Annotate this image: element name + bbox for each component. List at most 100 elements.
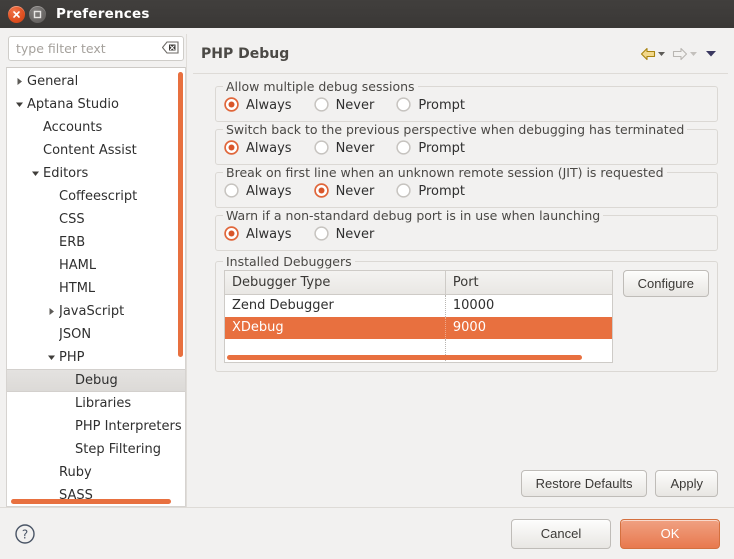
sidebar-item-coffeescript[interactable]: Coffeescript [7, 185, 185, 208]
radio-selected-icon [224, 97, 240, 113]
radio-label: Never [336, 227, 375, 242]
sidebar-item-editors[interactable]: Editors [7, 162, 185, 185]
sidebar-item-label: Aptana Studio [27, 97, 119, 112]
group-legend: Break on first line when an unknown remo… [223, 165, 667, 180]
radio-always[interactable]: Always [224, 226, 292, 242]
ok-button[interactable]: OK [620, 519, 720, 549]
installed-debuggers-group: Installed Debuggers Debugger Type Port [215, 261, 718, 372]
sidebar-item-label: HAML [59, 258, 96, 273]
chevron-right-icon[interactable] [11, 77, 27, 86]
cell-port: 10000 [445, 295, 611, 317]
cancel-button[interactable]: Cancel [511, 519, 611, 549]
radio-always[interactable]: Always [224, 140, 292, 156]
sidebar-item-json[interactable]: JSON [7, 323, 185, 346]
sidebar-item-label: Content Assist [43, 143, 137, 158]
sidebar-item-html[interactable]: HTML [7, 277, 185, 300]
radio-never[interactable]: Never [314, 97, 375, 113]
page-menu-button[interactable] [702, 48, 720, 59]
nav-icons [638, 47, 720, 61]
radio-unselected-icon [314, 140, 330, 156]
sidebar-item-javascript[interactable]: JavaScript [7, 300, 185, 323]
sidebar-item-label: Editors [43, 166, 88, 181]
debuggers-table: Debugger Type Port Zend Debugger10000XDe… [225, 271, 612, 363]
restore-defaults-button[interactable]: Restore Defaults [521, 470, 648, 497]
radio-prompt[interactable]: Prompt [396, 183, 465, 199]
sidebar-item-general[interactable]: General [7, 70, 185, 93]
sidebar-item-libraries[interactable]: Libraries [7, 392, 185, 415]
radio-label: Always [246, 184, 292, 199]
sidebar-item-label: Accounts [43, 120, 102, 135]
radio-prompt[interactable]: Prompt [396, 140, 465, 156]
back-button[interactable] [638, 47, 668, 61]
search-input[interactable]: type filter text [8, 36, 184, 61]
sidebar-item-label: Coffeescript [59, 189, 137, 204]
settings-group: Switch back to the previous perspective … [215, 129, 718, 165]
apply-button[interactable]: Apply [655, 470, 718, 497]
chevron-right-icon[interactable] [43, 307, 59, 316]
radio-always[interactable]: Always [224, 183, 292, 199]
chevron-down-icon[interactable] [11, 100, 27, 109]
radio-always[interactable]: Always [224, 97, 292, 113]
sidebar-item-label: Step Filtering [75, 442, 161, 457]
content-row: type filter text General Aptana Studio Acc… [0, 28, 734, 507]
tree-vertical-scrollbar[interactable] [178, 72, 183, 357]
chevron-down-icon[interactable] [27, 169, 43, 178]
radio-group: Always Never Prompt [224, 183, 709, 199]
radio-group: Always Never Prompt [224, 97, 709, 113]
table-row[interactable]: Zend Debugger10000 [225, 295, 612, 317]
group-legend: Warn if a non-standard debug port is in … [223, 208, 603, 223]
sidebar-item-label: Debug [75, 373, 118, 388]
sidebar-item-step-filtering[interactable]: Step Filtering [7, 438, 185, 461]
sidebar-item-haml[interactable]: HAML [7, 254, 185, 277]
sidebar-item-label: JavaScript [59, 304, 124, 319]
sidebar-item-debug[interactable]: Debug [7, 369, 185, 392]
tree-list[interactable]: General Aptana Studio Accounts Content Assi… [7, 68, 185, 506]
maximize-icon[interactable] [29, 6, 46, 23]
settings-group: Allow multiple debug sessionsAlwaysNever… [215, 86, 718, 122]
clear-text-icon[interactable] [162, 41, 179, 57]
column-header-port[interactable]: Port [445, 271, 611, 295]
radio-label: Never [336, 141, 375, 156]
right-pane: PHP Debug [186, 34, 728, 507]
radio-label: Never [336, 98, 375, 113]
title-bar: Preferences [0, 0, 734, 28]
radio-label: Always [246, 227, 292, 242]
sidebar-item-content-assist[interactable]: Content Assist [7, 139, 185, 162]
sidebar-item-php[interactable]: PHP [7, 346, 185, 369]
window-title: Preferences [0, 6, 734, 22]
debuggers-table-wrap[interactable]: Debugger Type Port Zend Debugger10000XDe… [224, 270, 613, 363]
sidebar-item-erb[interactable]: ERB [7, 231, 185, 254]
table-area: Debugger Type Port Zend Debugger10000XDe… [224, 270, 709, 363]
forward-button [670, 47, 700, 61]
sidebar-item-aptana-studio[interactable]: Aptana Studio [7, 93, 185, 116]
page-title: PHP Debug [201, 46, 638, 62]
radio-never[interactable]: Never [314, 183, 375, 199]
sidebar-item-css[interactable]: CSS [7, 208, 185, 231]
chevron-down-icon[interactable] [43, 353, 59, 362]
sidebar-item-accounts[interactable]: Accounts [7, 116, 185, 139]
tree-horizontal-scrollbar[interactable] [11, 499, 171, 504]
chevron-down-icon [689, 49, 698, 58]
table-row[interactable]: XDebug9000 [225, 317, 612, 339]
settings-group: Break on first line when an unknown remo… [215, 172, 718, 208]
left-pane: type filter text General Aptana Studio Acc… [6, 34, 186, 507]
preferences-tree[interactable]: General Aptana Studio Accounts Content Assi… [6, 67, 186, 507]
sidebar-item-label: ERB [59, 235, 85, 250]
sidebar-item-label: JSON [59, 327, 91, 342]
table-horizontal-scrollbar[interactable] [227, 355, 582, 360]
chevron-down-icon[interactable] [657, 49, 666, 58]
radio-never[interactable]: Never [314, 226, 375, 242]
column-header-debugger-type[interactable]: Debugger Type [225, 271, 445, 295]
close-icon[interactable] [8, 6, 25, 23]
radio-label: Prompt [418, 141, 465, 156]
configure-button[interactable]: Configure [623, 270, 709, 297]
sidebar-item-php-interpreters[interactable]: PHP Interpreters [7, 415, 185, 438]
installed-debuggers-legend: Installed Debuggers [223, 254, 355, 269]
radio-unselected-icon [314, 97, 330, 113]
radio-never[interactable]: Never [314, 140, 375, 156]
radio-prompt[interactable]: Prompt [396, 97, 465, 113]
sidebar-item-label: General [27, 74, 78, 89]
forward-arrow-icon [672, 47, 688, 61]
sidebar-item-ruby[interactable]: Ruby [7, 461, 185, 484]
help-question-icon[interactable]: ? [14, 523, 36, 545]
